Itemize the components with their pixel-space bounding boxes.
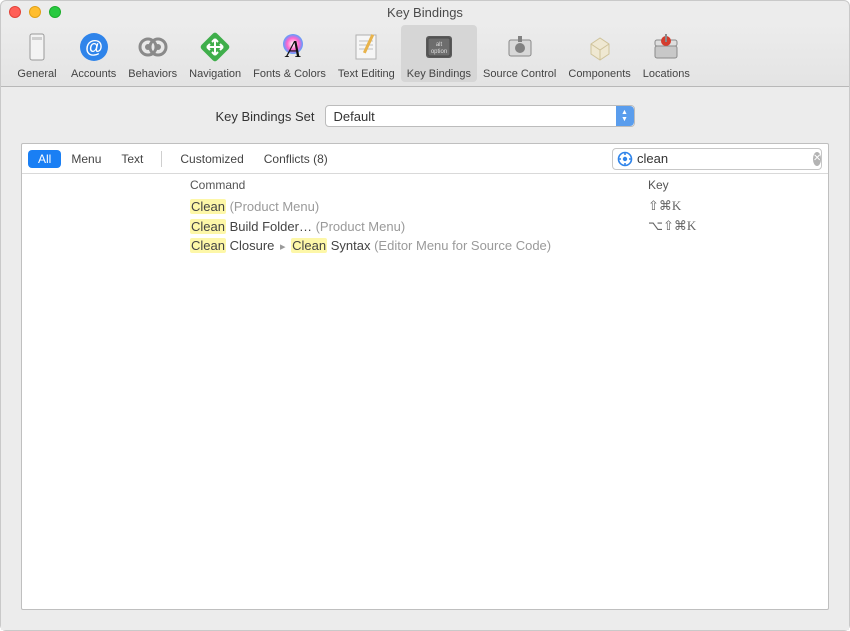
tab-text-editing[interactable]: Text Editing bbox=[332, 25, 401, 82]
tab-key-bindings[interactable]: alt option Key Bindings bbox=[401, 25, 477, 82]
tab-label: Behaviors bbox=[128, 68, 177, 80]
svg-text:option: option bbox=[431, 49, 447, 55]
zoom-window-button[interactable] bbox=[49, 6, 61, 18]
search-scope-icon[interactable] bbox=[617, 151, 633, 167]
key-bindings-set-popup[interactable]: Default ▲▼ bbox=[325, 105, 635, 127]
clear-search-button[interactable]: ✕ bbox=[813, 152, 821, 166]
popup-value: Default bbox=[334, 109, 375, 124]
table-row[interactable]: Clean Build Folder… (Product Menu)⌥⇧⌘K bbox=[22, 216, 828, 236]
separator bbox=[161, 151, 162, 167]
list-header: Command Key bbox=[22, 174, 828, 196]
tab-label: Components bbox=[568, 68, 630, 80]
svg-text:@: @ bbox=[85, 37, 103, 57]
table-row[interactable]: Clean (Product Menu)⇧⌘K bbox=[22, 196, 828, 216]
command-cell: Clean Build Folder… (Product Menu) bbox=[22, 219, 628, 234]
filter-bar: All Menu Text Customized Conflicts (8) bbox=[22, 144, 828, 174]
key-bindings-set-row: Key Bindings Set Default ▲▼ bbox=[21, 105, 829, 127]
preferences-window: Key Bindings General @ Accounts bbox=[0, 0, 850, 631]
tab-label: Fonts & Colors bbox=[253, 68, 326, 80]
filter-conflicts[interactable]: Conflicts (8) bbox=[254, 150, 338, 168]
tab-label: Text Editing bbox=[338, 68, 395, 80]
tab-components[interactable]: Components bbox=[562, 25, 636, 82]
filter-text[interactable]: Text bbox=[111, 150, 153, 168]
window-controls bbox=[9, 6, 61, 18]
filter-customized[interactable]: Customized bbox=[170, 150, 253, 168]
tab-navigation[interactable]: Navigation bbox=[183, 25, 247, 82]
tab-accounts[interactable]: @ Accounts bbox=[65, 25, 122, 82]
tab-general[interactable]: General bbox=[9, 25, 65, 82]
tab-label: Navigation bbox=[189, 68, 241, 80]
minimize-window-button[interactable] bbox=[29, 6, 41, 18]
close-window-button[interactable] bbox=[9, 6, 21, 18]
tab-source-control[interactable]: Source Control bbox=[477, 25, 562, 82]
set-label: Key Bindings Set bbox=[215, 109, 314, 124]
results-list: Clean (Product Menu)⇧⌘KClean Build Folde… bbox=[22, 196, 828, 255]
key-cell: ⇧⌘K bbox=[628, 198, 828, 214]
fonts-colors-icon: A bbox=[270, 27, 310, 67]
search-field-container: ✕ bbox=[612, 148, 822, 170]
command-cell: Clean Closure ▸ Clean Syntax (Editor Men… bbox=[22, 238, 628, 253]
tab-label: General bbox=[17, 68, 56, 80]
tab-label: Locations bbox=[643, 68, 690, 80]
tab-label: Key Bindings bbox=[407, 68, 471, 80]
tab-behaviors[interactable]: Behaviors bbox=[122, 25, 183, 82]
text-editing-icon bbox=[346, 27, 386, 67]
svg-text:A: A bbox=[284, 37, 301, 63]
bindings-panel: All Menu Text Customized Conflicts (8) bbox=[21, 143, 829, 610]
behaviors-icon bbox=[133, 27, 173, 67]
tab-label: Source Control bbox=[483, 68, 556, 80]
preferences-toolbar: General @ Accounts Behaviors bbox=[1, 23, 849, 87]
locations-icon bbox=[646, 27, 686, 67]
source-control-icon bbox=[500, 27, 540, 67]
components-icon bbox=[580, 27, 620, 67]
svg-text:alt: alt bbox=[436, 42, 443, 48]
tab-locations[interactable]: Locations bbox=[637, 25, 696, 82]
column-key: Key bbox=[628, 178, 828, 192]
filter-all[interactable]: All bbox=[28, 150, 61, 168]
command-cell: Clean (Product Menu) bbox=[22, 199, 628, 214]
accounts-icon: @ bbox=[74, 27, 114, 67]
tab-label: Accounts bbox=[71, 68, 116, 80]
key-cell: ⌥⇧⌘K bbox=[628, 218, 828, 234]
navigation-icon bbox=[195, 27, 235, 67]
filter-menu[interactable]: Menu bbox=[61, 150, 111, 168]
popup-stepper-icon: ▲▼ bbox=[616, 106, 634, 126]
window-title: Key Bindings bbox=[1, 5, 849, 20]
key-bindings-icon: alt option bbox=[419, 27, 459, 67]
search-input[interactable] bbox=[637, 151, 813, 166]
tab-fonts-colors[interactable]: A Fonts & Colors bbox=[247, 25, 332, 82]
titlebar: Key Bindings bbox=[1, 1, 849, 23]
table-row[interactable]: Clean Closure ▸ Clean Syntax (Editor Men… bbox=[22, 236, 828, 255]
general-icon bbox=[17, 27, 57, 67]
content-area: Key Bindings Set Default ▲▼ All Menu Tex… bbox=[1, 87, 849, 630]
column-command: Command bbox=[22, 178, 628, 192]
